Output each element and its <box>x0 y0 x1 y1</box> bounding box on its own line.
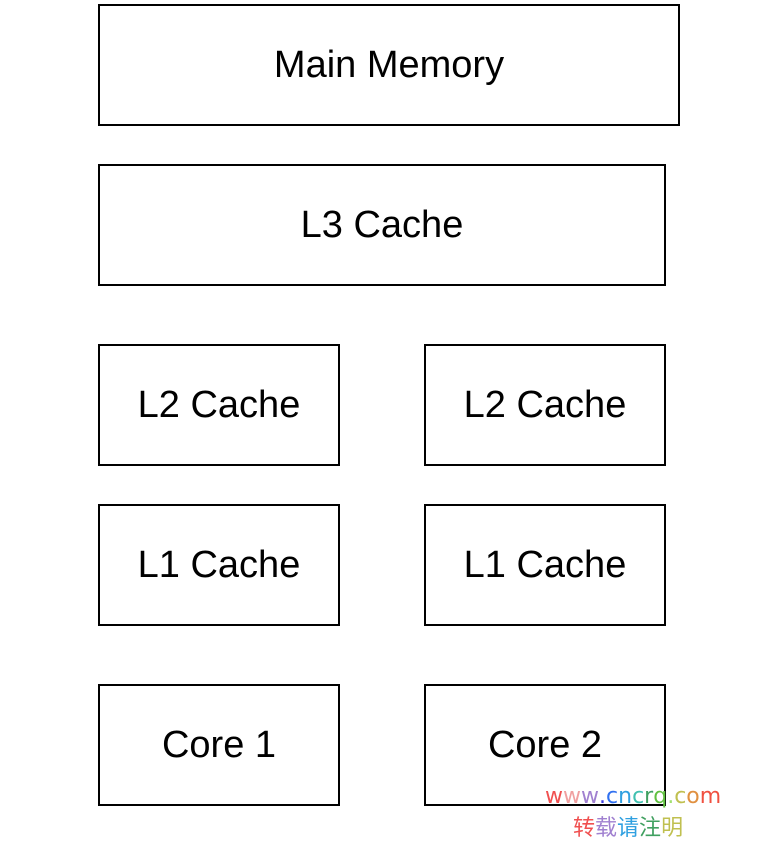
l1-cache-left-box: L1 Cache <box>98 504 340 626</box>
watermark-char: 转 <box>573 816 596 841</box>
watermark-char: w <box>563 784 581 809</box>
watermark-char: m <box>699 784 722 809</box>
watermark-notice: 转载请注明 <box>573 810 683 842</box>
core-2-label: Core 2 <box>487 723 603 766</box>
l1-cache-right-label: L1 Cache <box>463 543 627 586</box>
watermark-char: 明 <box>661 816 684 841</box>
l1-cache-left-label: L1 Cache <box>137 543 301 586</box>
watermark-char: n <box>618 784 633 809</box>
watermark-char: r <box>644 784 654 809</box>
watermark-char: . <box>599 784 606 809</box>
watermark-char: 请 <box>617 816 640 841</box>
l2-cache-right-box: L2 Cache <box>424 344 666 466</box>
l2-cache-left-box: L2 Cache <box>98 344 340 466</box>
watermark-char: w <box>545 784 563 809</box>
l2-cache-left-label: L2 Cache <box>137 383 301 426</box>
watermark-char: . <box>667 784 675 809</box>
watermark-char: o <box>686 784 700 809</box>
watermark-char: 注 <box>639 816 662 841</box>
watermark-char: c <box>632 784 645 809</box>
l1-cache-right-box: L1 Cache <box>424 504 666 626</box>
watermark-char: w <box>581 784 599 809</box>
l3-cache-label: L3 Cache <box>300 203 464 246</box>
main-memory-label: Main Memory <box>273 43 505 86</box>
l2-cache-right-label: L2 Cache <box>463 383 627 426</box>
main-memory-box: Main Memory <box>98 4 680 126</box>
watermark-url: www.cncrq.com <box>545 784 721 809</box>
core-1-label: Core 1 <box>161 723 277 766</box>
watermark-char: 载 <box>595 816 618 841</box>
l3-cache-box: L3 Cache <box>98 164 666 286</box>
core-1-box: Core 1 <box>98 684 340 806</box>
watermark-char: c <box>674 784 687 809</box>
watermark-char: c <box>606 784 619 809</box>
watermark-char: q <box>653 784 668 809</box>
